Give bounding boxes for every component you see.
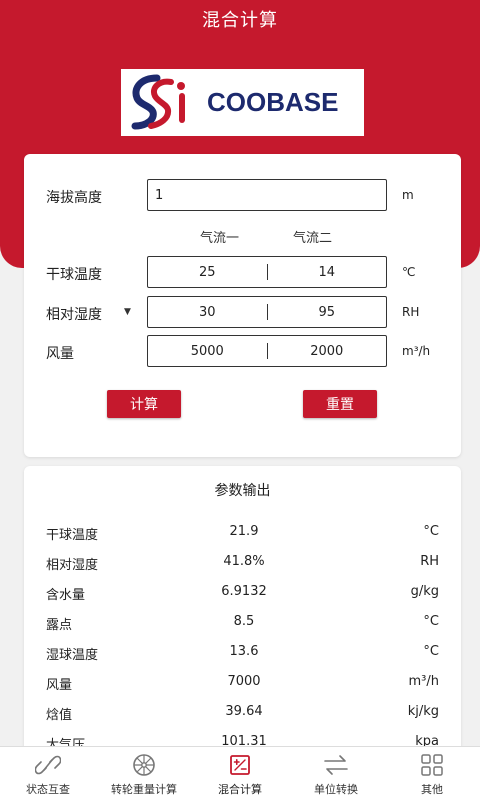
tab-unit-convert[interactable]: 单位转换 [288,747,384,800]
output-row: 露点 8.5 °C [24,614,461,634]
output-unit: RH [420,554,439,569]
tab-label: 混合计算 [218,783,262,796]
altitude-unit: m [402,188,414,202]
output-title: 参数输出 [214,483,271,499]
output-unit: m³/h [408,674,440,689]
dry-bulb-label: 干球温度 [46,267,102,283]
grid-icon [421,754,443,776]
tab-label: 其他 [421,783,443,796]
tab-wheel-weight[interactable]: 转轮重量计算 [96,747,192,800]
altitude-label: 海拔高度 [46,190,102,206]
tab-mix-calc[interactable]: 混合计算 [192,747,288,800]
reset-button[interactable]: 重置 [303,390,377,418]
output-label: 相对湿度 [46,558,99,573]
output-row: 湿球温度 13.6 °C [24,644,461,664]
output-value: 41.8% [223,554,265,569]
output-value: 21.9 [229,524,259,539]
calculate-button[interactable]: 计算 [107,390,181,418]
logo-mark-icon [131,74,185,129]
airflow-one-header: 气流一 [200,231,240,246]
output-value: 8.5 [233,614,255,629]
humidity-label[interactable]: 相对湿度 [46,304,102,324]
output-row: 焓值 39.64 kj/kg [24,704,461,724]
humidity-input: 30 95 [147,296,387,328]
dry-bulb-value-2[interactable]: 14 [268,265,387,280]
wheel-icon [133,754,155,776]
output-row: 含水量 6.9132 g/kg [24,584,461,604]
output-unit: °C [423,524,439,539]
output-label: 含水量 [46,588,86,603]
input-card: 海拔高度 1 m 气流一 气流二 干球温度 25 14 ℃ 相对湿度 ▼ 30 … [24,154,461,457]
output-row: 风量 7000 m³/h [24,674,461,694]
output-value: 13.6 [229,644,259,659]
output-label: 湿球温度 [46,648,99,663]
airflow-value-2[interactable]: 2000 [268,344,387,359]
dry-bulb-unit: ℃ [402,265,416,279]
humidity-value-1[interactable]: 30 [148,305,267,320]
tab-other[interactable]: 其他 [384,747,480,800]
output-unit: °C [423,644,439,659]
output-label: 焓值 [46,708,73,723]
output-label: 干球温度 [46,528,99,543]
tab-status-lookup[interactable]: 状态互查 [0,747,96,800]
chevron-down-icon[interactable]: ▼ [124,307,131,317]
output-card: 参数输出 干球温度 21.9 °C 相对湿度 41.8% RH 含水量 6.91… [24,466,461,766]
output-value: 39.64 [225,704,263,719]
output-value: 6.9132 [221,584,267,599]
output-label: 风量 [46,678,73,693]
tab-label: 转轮重量计算 [111,783,177,796]
output-unit: °C [423,614,439,629]
humidity-value-2[interactable]: 95 [268,305,387,320]
swap-icon [324,755,348,775]
output-row: 相对湿度 41.8% RH [24,554,461,574]
airflow-value-1[interactable]: 5000 [148,344,267,359]
output-value: 7000 [227,674,261,689]
altitude-value: 1 [155,187,164,203]
airflow-two-header: 气流二 [293,231,333,246]
page-title: 混合计算 [202,10,278,31]
humidity-unit: RH [402,305,420,319]
dry-bulb-input: 25 14 [147,256,387,288]
airflow-input: 5000 2000 [147,335,387,367]
tab-label: 状态互查 [26,783,70,796]
logo-text: COOBASE [207,87,339,117]
airflow-label: 风量 [46,346,74,362]
output-unit: kj/kg [407,704,439,719]
airflow-unit: m³/h [402,344,431,358]
mix-icon [230,755,250,775]
coobase-logo: COOBASE [121,69,364,136]
altitude-input[interactable]: 1 [147,179,387,211]
bottom-tab-bar: 状态互查 转轮重量计算 混合计算 单位转换 其他 [0,746,480,800]
output-label: 露点 [46,618,73,633]
output-unit: g/kg [410,584,439,599]
output-row: 干球温度 21.9 °C [24,524,461,544]
dry-bulb-value-1[interactable]: 25 [148,265,267,280]
tab-label: 单位转换 [314,783,358,796]
link-icon [35,755,61,775]
